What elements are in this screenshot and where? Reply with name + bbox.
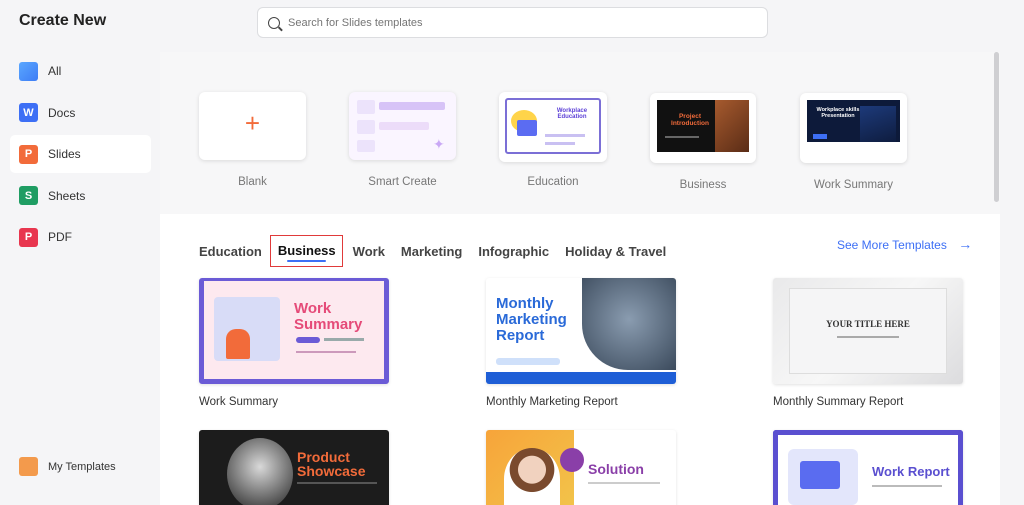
create-business[interactable]: Project Introduction Business: [650, 93, 756, 191]
template-name: Monthly Marketing Report: [486, 396, 618, 408]
sparkle-icon: ✦: [433, 136, 445, 152]
pdf-icon: P: [19, 227, 38, 247]
create-label: Smart Create: [368, 176, 437, 188]
see-more-templates-link[interactable]: See More Templates →: [837, 236, 972, 252]
sidebar-item-docs[interactable]: W Docs: [10, 94, 151, 132]
sidebar-item-label: Slides: [48, 147, 81, 161]
template-thumbnail: Product Showcase: [199, 430, 389, 505]
plus-icon: +: [244, 108, 261, 138]
template-card[interactable]: Solution: [486, 430, 676, 505]
sidebar-item-slides[interactable]: P Slides: [10, 135, 151, 173]
education-thumbnail: Workplace Education: [499, 92, 607, 162]
business-thumbnail: Project Introduction: [650, 93, 756, 163]
template-thumbnail: Work Report: [773, 430, 963, 505]
search-icon: [268, 16, 280, 29]
template-thumb-title: Work Report: [872, 464, 950, 479]
sidebar-item-pdf[interactable]: P PDF: [10, 218, 151, 256]
sidebar: Create New All W Docs P Slides S Sheets …: [0, 0, 160, 505]
work-summary-thumb-title: Workplace skills Presentation: [816, 107, 860, 119]
create-label: Business: [679, 179, 727, 191]
template-card[interactable]: Product Showcase: [199, 430, 389, 505]
create-label: Education: [527, 176, 579, 188]
see-more-label: See More Templates: [837, 238, 947, 252]
education-thumb-title: Workplace Education: [556, 108, 588, 120]
tab-work[interactable]: Work: [353, 244, 385, 259]
template-thumbnail: Work Summary: [199, 278, 389, 384]
template-card[interactable]: YOUR TITLE HERE Monthly Summary Report: [773, 278, 963, 408]
arrow-right-icon: →: [958, 236, 973, 252]
my-templates-button[interactable]: My Templates: [19, 457, 116, 476]
sidebar-item-label: PDF: [48, 230, 72, 244]
template-thumb-title: YOUR TITLE HERE: [826, 319, 910, 329]
business-thumb-title: Project Introduction: [671, 113, 709, 127]
sidebar-item-label: Docs: [48, 105, 76, 120]
template-thumb-title: Work: [294, 300, 332, 317]
create-blank[interactable]: + Blank: [199, 92, 306, 188]
template-card[interactable]: Work Report: [773, 430, 963, 505]
sheets-icon: S: [19, 186, 38, 205]
template-thumb-title: Summary: [294, 316, 363, 333]
work-summary-thumbnail: Workplace skills Presentation: [800, 93, 907, 163]
docs-icon: W: [19, 103, 38, 122]
app-title: Create New: [19, 12, 107, 29]
slides-icon: P: [19, 144, 38, 164]
tab-infographic[interactable]: Infographic: [478, 244, 549, 259]
smart-create-thumbnail: ✦: [349, 92, 456, 160]
tab-marketing[interactable]: Marketing: [401, 244, 462, 259]
template-thumbnail: Solution: [486, 430, 676, 505]
sidebar-item-label: Sheets: [48, 188, 86, 203]
search-bar: [257, 7, 768, 38]
template-thumbnail: YOUR TITLE HERE: [773, 278, 963, 384]
create-education[interactable]: Workplace Education Education: [499, 92, 607, 188]
tab-business[interactable]: Business: [269, 235, 343, 267]
template-thumbnail: Monthly Marketing Report: [486, 278, 676, 384]
sidebar-nav: All W Docs P Slides S Sheets P PDF: [10, 52, 151, 260]
layers-icon: [19, 61, 38, 81]
search-input[interactable]: [288, 16, 728, 29]
my-templates-label: My Templates: [48, 460, 116, 473]
sidebar-item-sheets[interactable]: S Sheets: [10, 177, 151, 215]
tab-holiday-travel[interactable]: Holiday & Travel: [565, 244, 666, 259]
blank-thumbnail: +: [199, 92, 306, 160]
template-thumb-title: Product Showcase: [297, 449, 366, 479]
sidebar-item-all[interactable]: All: [10, 52, 151, 90]
template-card[interactable]: Work Summary Work Summary: [199, 278, 389, 408]
category-tabs: Education Business Work Marketing Infogr…: [199, 235, 682, 267]
sidebar-item-label: All: [48, 64, 62, 78]
template-thumb-title: Monthly Marketing Report: [496, 295, 567, 344]
scrollbar[interactable]: [994, 52, 999, 202]
create-smart[interactable]: ✦ Smart Create: [349, 92, 456, 188]
create-work-summary[interactable]: Workplace skills Presentation Work Summa…: [800, 93, 907, 191]
template-card[interactable]: Monthly Marketing Report Monthly Marketi…: [486, 278, 676, 408]
template-thumb-title: Solution: [588, 461, 644, 477]
template-name: Work Summary: [199, 396, 279, 408]
template-folder-icon: [19, 457, 38, 476]
template-name: Monthly Summary Report: [773, 396, 904, 408]
create-label: Blank: [238, 176, 267, 188]
create-label: Work Summary: [813, 179, 894, 191]
tab-education[interactable]: Education: [199, 244, 262, 259]
